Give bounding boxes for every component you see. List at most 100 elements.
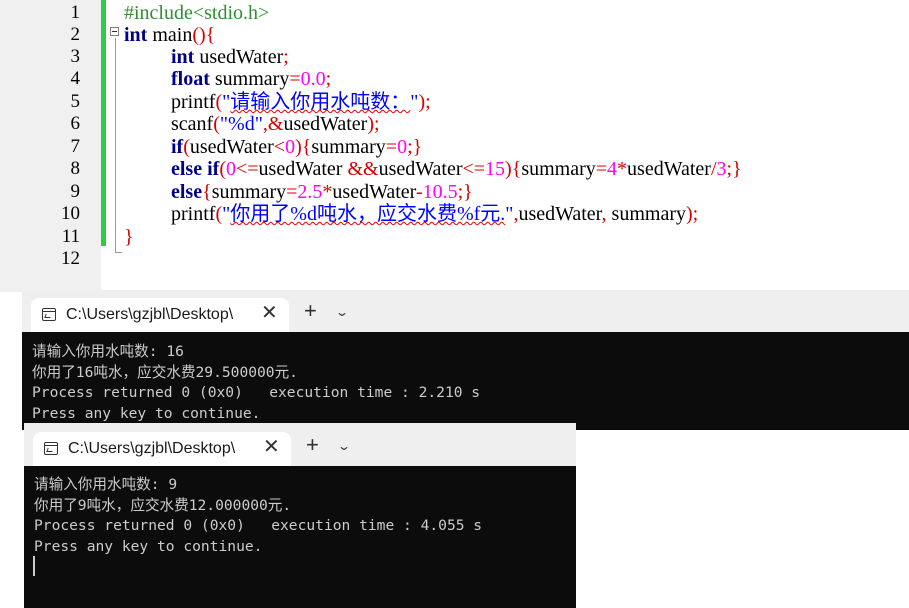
identifier: printf xyxy=(171,91,216,113)
keyword: else xyxy=(171,158,203,180)
fold-collapse-icon[interactable] xyxy=(110,27,119,36)
string-literal: "%d" xyxy=(219,113,263,135)
number-literal: 4 xyxy=(607,158,618,180)
line-number: 10 xyxy=(61,203,80,224)
console-tab[interactable]: C:\Users\gzjbl\Desktop\ ✕ xyxy=(31,298,289,332)
console-tab-bar: C:\Users\gzjbl\Desktop\ ✕ + ⌄ xyxy=(22,290,909,332)
line-number: 11 xyxy=(61,226,80,247)
include-directive: #include<stdio.h> xyxy=(124,2,270,24)
operator: ) xyxy=(295,136,302,158)
keyword: if xyxy=(207,158,220,180)
operator: & xyxy=(267,113,284,135)
line-number: 5 xyxy=(70,91,81,112)
plus-icon[interactable]: + xyxy=(306,434,319,456)
line-number: 6 xyxy=(70,113,81,134)
operator: = xyxy=(286,181,298,203)
number-literal: 0 xyxy=(285,136,296,158)
code-line-6[interactable]: scanf("%d",&usedWater); xyxy=(124,113,380,135)
console-tab-bar: C:\Users\gzjbl\Desktop\ ✕ + ⌄ xyxy=(24,423,576,466)
code-line-11[interactable]: } xyxy=(124,226,134,248)
tab-title: C:\Users\gzjbl\Desktop\ xyxy=(68,440,236,457)
identifier: usedWater xyxy=(283,113,368,135)
identifier: usedWater xyxy=(378,158,463,180)
code-editor[interactable]: 1 2 3 4 5 6 7 8 9 10 11 12 #include<stdi… xyxy=(0,0,909,292)
operator: <= xyxy=(235,158,259,180)
console-output: 请输入你用水吨数: 16 你用了16吨水，应交水费29.500000元. Proce… xyxy=(32,342,480,425)
line-number: 1 xyxy=(70,2,81,23)
operator: = xyxy=(595,158,608,180)
number-literal: 3 xyxy=(716,158,727,180)
console-line: Process returned 0 (0x0) execution time … xyxy=(34,517,483,535)
console-window-1[interactable]: C:\Users\gzjbl\Desktop\ ✕ + ⌄ 请输入你用水吨数: … xyxy=(22,290,909,430)
plus-icon[interactable]: + xyxy=(304,300,317,322)
chevron-down-icon[interactable]: ⌄ xyxy=(337,435,351,457)
line-number: 9 xyxy=(70,181,81,202)
keyword: int xyxy=(171,46,195,68)
line-number: 4 xyxy=(70,68,81,89)
fold-guide-line xyxy=(115,38,116,252)
line-number: 7 xyxy=(70,136,81,157)
text-cursor xyxy=(33,556,35,576)
operator: { xyxy=(205,24,216,46)
identifier: summary xyxy=(209,68,290,90)
operator: ; xyxy=(325,68,332,90)
identifier: summary xyxy=(521,158,596,180)
code-line-3[interactable]: int usedWater; xyxy=(124,46,289,68)
operator: () xyxy=(192,24,206,46)
tab-title: C:\Users\gzjbl\Desktop\ xyxy=(66,306,234,323)
keyword: int xyxy=(124,24,148,46)
identifier: printf xyxy=(171,203,216,225)
operator: * xyxy=(617,158,628,180)
number-literal: 0 xyxy=(225,158,236,180)
code-line-8[interactable]: else if(0<=usedWater &&usedWater<=15){su… xyxy=(124,158,742,180)
console-output: 请输入你用水吨数: 9 你用了9吨水，应交水费12.000000元. Process… xyxy=(34,475,482,558)
operator: } xyxy=(732,158,742,180)
operator: && xyxy=(347,158,379,180)
operator: ( xyxy=(213,113,220,135)
identifier: usedWater xyxy=(258,158,348,180)
line-number: 8 xyxy=(70,158,81,179)
terminal-icon xyxy=(44,442,58,455)
console-line: 你用了9吨水，应交水费12.000000元. xyxy=(34,496,292,514)
console-line: 你用了16吨水，应交水费29.500000元. xyxy=(32,363,298,381)
change-marker-bar xyxy=(101,0,106,246)
line-number: 2 xyxy=(70,24,81,45)
console-tab[interactable]: C:\Users\gzjbl\Desktop\ ✕ xyxy=(33,432,291,466)
code-line-9[interactable]: else{summary=2.5*usedWater-10.5;} xyxy=(124,181,473,203)
operator: ( xyxy=(219,158,226,180)
code-line-4[interactable]: float summary=0.0; xyxy=(124,68,331,90)
identifier: summary xyxy=(606,203,686,225)
keyword: else xyxy=(171,181,203,203)
operator: } xyxy=(124,226,134,248)
close-icon[interactable]: ✕ xyxy=(263,436,280,458)
code-line-7[interactable]: if(usedWater<0){summary=0;} xyxy=(124,136,422,158)
operator: < xyxy=(273,136,286,158)
operator: { xyxy=(511,158,522,180)
code-line-5[interactable]: printf("请输入你用水吨数："); xyxy=(124,91,431,113)
operator: ( xyxy=(183,136,190,158)
chevron-down-icon[interactable]: ⌄ xyxy=(335,301,349,323)
console-line: Press any key to continue. xyxy=(32,405,261,423)
keyword: if xyxy=(171,136,184,158)
identifier: scanf xyxy=(171,113,214,135)
identifier: summary xyxy=(211,181,287,203)
terminal-icon xyxy=(42,308,56,321)
code-line-1[interactable]: #include<stdio.h> xyxy=(124,2,269,24)
identifier: summary xyxy=(311,136,386,158)
code-line-2[interactable]: int main(){ xyxy=(124,24,215,46)
identifier: usedWater xyxy=(189,136,274,158)
string-literal: 你用了%d吨水，应交水费%f元. xyxy=(230,203,506,225)
code-line-10[interactable]: printf("你用了%d吨水，应交水费%f元.",usedWater, sum… xyxy=(124,203,698,225)
number-literal: 0.0 xyxy=(300,68,326,90)
identifier: usedWater xyxy=(332,181,416,203)
string-literal: 请输入你用水吨数： xyxy=(230,91,411,113)
console-window-2[interactable]: C:\Users\gzjbl\Desktop\ ✕ + ⌄ 请输入你用水吨数: … xyxy=(24,423,576,608)
operator: } xyxy=(463,181,473,203)
operator: ; xyxy=(283,46,289,68)
identifier: main xyxy=(147,24,193,46)
console-line: Process returned 0 (0x0) execution time … xyxy=(32,384,481,402)
number-literal: 15 xyxy=(485,158,506,180)
close-icon[interactable]: ✕ xyxy=(261,302,278,324)
operator: { xyxy=(301,136,312,158)
operator: { xyxy=(202,181,212,203)
